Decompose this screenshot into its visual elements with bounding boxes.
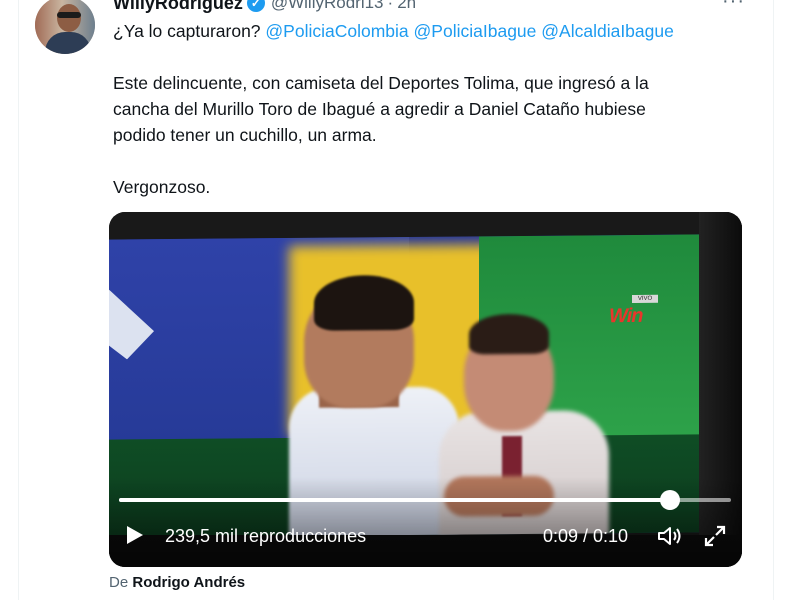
volume-icon[interactable] <box>657 525 685 547</box>
broadcaster-logo: Win <box>609 304 643 328</box>
avatar-face <box>57 4 81 32</box>
progress-handle[interactable] <box>659 490 680 510</box>
live-badge: VIVO <box>632 294 658 304</box>
mention-link[interactable]: @PoliciaColombia <box>265 21 408 41</box>
tweet-body-line: cancha del Murillo Toro de Ibagué a agre… <box>113 99 646 119</box>
avatar-sunglasses <box>57 12 81 18</box>
tweet-header: WillyRodriguez ✓ @WillyRodri13 · 2h <box>113 0 416 14</box>
tweet-first-line: ¿Ya lo capturaron? @PoliciaColombia @Pol… <box>113 21 674 42</box>
fullscreen-icon[interactable] <box>704 525 726 547</box>
tweet-body-line: podido tener un cuchillo, un arma. <box>113 125 377 145</box>
tweet-body-line: Este delincuente, con camiseta del Depor… <box>113 73 649 93</box>
more-options-icon[interactable]: ··· <box>722 0 745 13</box>
source-prefix: De <box>109 574 129 591</box>
video-source: De Rodrigo Andrés <box>109 574 245 591</box>
tweet-body: Este delincuente, con camiseta del Depor… <box>113 70 733 200</box>
author-handle[interactable]: @WillyRodri13 <box>271 0 384 13</box>
reply-prefix: ¿Ya lo capturaron? <box>113 21 261 41</box>
progress-fill <box>119 498 670 502</box>
tweet-card[interactable]: WillyRodriguez ✓ @WillyRodri13 · 2h ··· … <box>18 0 774 600</box>
source-name[interactable]: Rodrigo Andrés <box>132 574 245 591</box>
mention-link[interactable]: @AlcaldiaIbague <box>541 21 674 41</box>
video-player[interactable]: VIVO Win 239,5 mil reproducciones 0:09 /… <box>109 212 742 567</box>
tweet-timestamp[interactable]: 2h <box>397 0 416 13</box>
play-icon[interactable] <box>127 526 143 544</box>
mention-link[interactable]: @PoliciaIbague <box>414 21 537 41</box>
author-name[interactable]: WillyRodriguez <box>113 0 243 14</box>
avatar[interactable] <box>35 0 95 54</box>
separator-dot: · <box>387 0 394 12</box>
verified-badge-icon: ✓ <box>246 0 265 12</box>
tweet-body-closing: Vergonzoso. <box>113 177 211 197</box>
view-count: 239,5 mil reproducciones <box>165 526 367 546</box>
time-readout: 0:09 / 0:10 <box>543 526 629 546</box>
